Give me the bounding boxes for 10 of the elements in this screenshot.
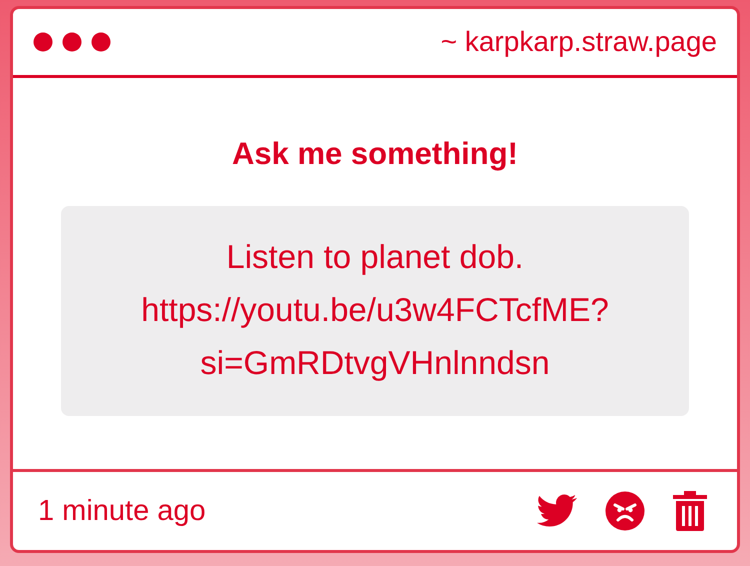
window-dots-icon [33,32,111,52]
message-text: Listen to planet dob. [226,237,524,277]
message-text: si=GmRDtvgVHnlnndsn [200,343,550,383]
angry-face-icon[interactable] [605,491,645,531]
timestamp: 1 minute ago [38,494,206,528]
bird-icon[interactable] [537,494,577,528]
message-text: https://youtu.be/u3w4FCTcfME? [141,290,609,330]
trash-icon[interactable] [673,491,707,531]
question-heading: Ask me something! [232,136,518,172]
window-title: ~ karpkarp.straw.page [440,26,717,58]
